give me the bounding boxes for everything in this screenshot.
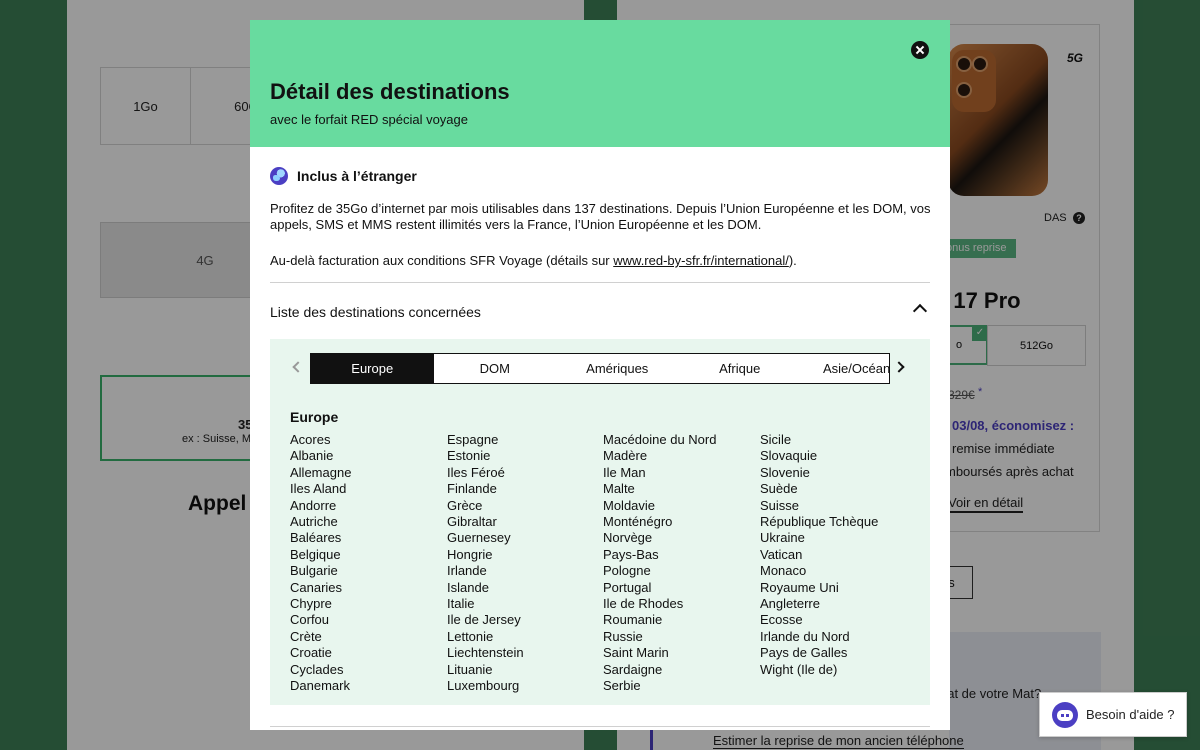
region-tabs: Europe DOM Amériques Afrique Asie/Océani… xyxy=(310,353,890,384)
tab-asie-oceanie[interactable]: Asie/Océanie xyxy=(801,354,889,383)
destination-item: Malte xyxy=(603,481,635,497)
modal-header: Détail des destinations avec le forfait … xyxy=(250,20,950,147)
destinations-column-1: Acores Albanie Allemagne Iles Aland Andorre A… xyxy=(290,432,440,695)
destination-item: Moldavie xyxy=(603,497,656,513)
destination-item: Pays de Galles xyxy=(760,645,848,661)
destination-item: Roumanie xyxy=(603,612,663,628)
section-divider xyxy=(270,726,930,727)
destination-item: Portugal xyxy=(603,579,652,595)
destination-item: Monténégro xyxy=(603,514,673,530)
destination-item: Saint Marin xyxy=(603,645,669,661)
destination-item: Pologne xyxy=(603,563,651,579)
international-link[interactable]: www.red-by-sfr.fr/international/ xyxy=(613,253,789,268)
globe-icon xyxy=(270,167,288,185)
destination-item: Luxembourg xyxy=(447,678,520,694)
destination-item: Irlande xyxy=(447,563,487,579)
inclus-heading: Inclus à l’étranger xyxy=(297,168,417,184)
destinations-modal: Détail des destinations avec le forfait … xyxy=(250,20,950,730)
destination-item: Grèce xyxy=(447,497,483,513)
tab-ameriques[interactable]: Amériques xyxy=(556,354,679,383)
destination-item: Sardaigne xyxy=(603,661,663,677)
destination-item: Autriche xyxy=(290,514,338,530)
inclus-section-heading: Inclus à l’étranger xyxy=(270,167,417,185)
destination-item: Slovaquie xyxy=(760,448,818,464)
destination-item: Baléares xyxy=(290,530,342,546)
destination-item: Royaume Uni xyxy=(760,579,839,595)
destination-item: Sicile xyxy=(760,432,792,447)
modal-title: Détail des destinations xyxy=(270,79,510,104)
destination-item: Ukraine xyxy=(760,530,805,546)
destination-item: Liechtenstein xyxy=(447,645,524,661)
destination-item: Macédoine du Nord xyxy=(603,432,717,447)
modal-subtitle: avec le forfait RED spécial voyage xyxy=(270,112,468,127)
facturation-note: Au-delà facturation aux conditions SFR V… xyxy=(270,253,797,268)
destination-item: Corfou xyxy=(290,612,330,628)
destinations-column-2: Espagne Estonie Iles Féroé Finlande Grèce Gib… xyxy=(447,432,597,695)
destination-item: Irlande du Nord xyxy=(760,628,850,644)
destination-item: Lettonie xyxy=(447,628,494,644)
destinations-column-3: Macédoine du Nord Madère Ile Man Malte Molda… xyxy=(603,432,753,695)
destination-item: Suisse xyxy=(760,497,800,513)
destinations-column-4: Sicile Slovaquie Slovenie Suède Suisse Républ… xyxy=(760,432,910,678)
destination-item: Wight (Ile de) xyxy=(760,661,838,677)
destination-item: Canaries xyxy=(290,579,343,595)
destination-item: Islande xyxy=(447,579,489,595)
chevron-right-icon[interactable] xyxy=(893,361,905,373)
region-title: Europe xyxy=(290,409,339,425)
destination-item: Danemark xyxy=(290,678,350,694)
destination-item: Pays-Bas xyxy=(603,546,659,562)
destination-item: Croatie xyxy=(290,645,332,661)
destination-item: Acores xyxy=(290,432,331,447)
destination-item: Vatican xyxy=(760,546,803,562)
chevron-up-icon[interactable] xyxy=(912,303,928,319)
destination-item: Angleterre xyxy=(760,596,820,612)
destination-item: Estonie xyxy=(447,448,491,464)
inclus-description: Profitez de 35Go d’internet par mois uti… xyxy=(270,201,931,232)
destination-item: Espagne xyxy=(447,432,499,447)
destination-item: Italie xyxy=(447,596,475,612)
destination-item: Guernesey xyxy=(447,530,511,546)
destination-item: Crète xyxy=(290,628,322,644)
help-chat-button[interactable]: Besoin d'aide ? xyxy=(1039,692,1187,737)
tab-dom[interactable]: DOM xyxy=(434,354,557,383)
destination-item: Bulgarie xyxy=(290,563,338,579)
destination-item: Lituanie xyxy=(447,661,493,677)
tab-europe[interactable]: Europe xyxy=(311,354,434,383)
destination-item: Andorre xyxy=(290,497,337,513)
destination-item: Ile de Jersey xyxy=(447,612,521,628)
destination-item: Ile de Rhodes xyxy=(603,596,684,612)
destination-item: Monaco xyxy=(760,563,807,579)
destination-item: République Tchèque xyxy=(760,514,879,530)
destination-item: Allemagne xyxy=(290,464,352,480)
destination-item: Norvège xyxy=(603,530,653,546)
destinations-panel: Europe DOM Amériques Afrique Asie/Océani… xyxy=(270,339,930,705)
chatbot-icon xyxy=(1052,701,1078,728)
destination-item: Ecosse xyxy=(760,612,803,628)
destination-item: Ile Man xyxy=(603,464,646,480)
destination-item: Cyclades xyxy=(290,661,344,677)
destination-item: Serbie xyxy=(603,678,641,694)
facturation-note-suffix: ). xyxy=(788,253,797,268)
destination-item: Slovenie xyxy=(760,464,810,480)
destination-item: Finlande xyxy=(447,481,497,497)
destination-item: Iles Féroé xyxy=(447,464,505,480)
destinations-accordion-header[interactable]: Liste des destinations concernées xyxy=(270,304,481,320)
facturation-note-prefix: Au-delà facturation aux conditions SFR V… xyxy=(270,253,614,268)
destination-item: Chypre xyxy=(290,596,332,612)
destination-item: Iles Aland xyxy=(290,481,347,497)
destination-item: Belgique xyxy=(290,546,341,562)
destination-item: Albanie xyxy=(290,448,334,464)
section-divider xyxy=(270,282,930,283)
destination-item: Gibraltar xyxy=(447,514,497,530)
tab-afrique[interactable]: Afrique xyxy=(679,354,802,383)
destination-item: Madère xyxy=(603,448,648,464)
destination-item: Suède xyxy=(760,481,798,497)
help-label: Besoin d'aide ? xyxy=(1086,707,1175,722)
destination-item: Hongrie xyxy=(447,546,493,562)
chevron-left-icon[interactable] xyxy=(292,361,304,373)
close-icon[interactable] xyxy=(911,41,929,59)
destination-item: Russie xyxy=(603,628,643,644)
